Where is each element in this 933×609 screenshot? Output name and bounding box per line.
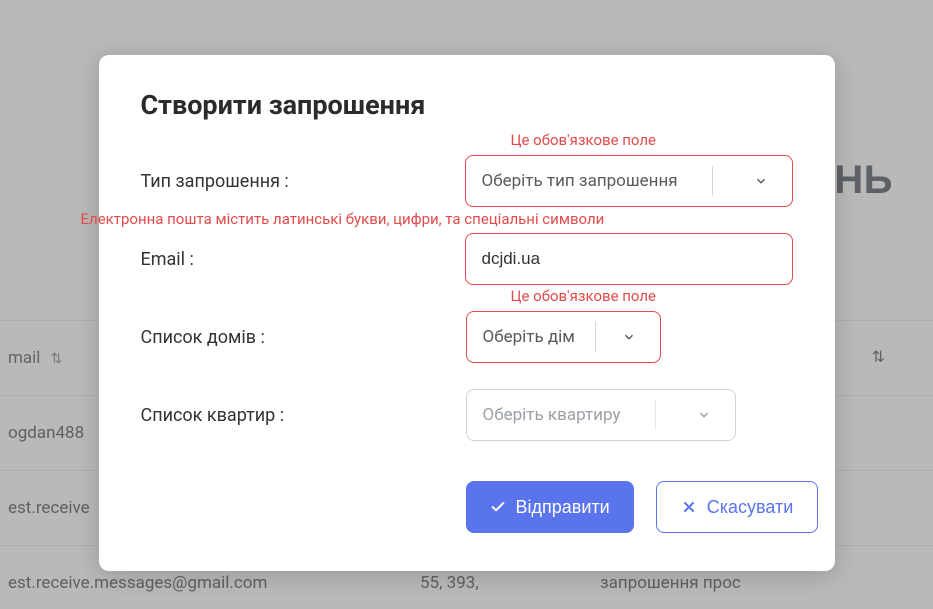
field-row-email: Електронна пошта містить латинські букви… (141, 233, 793, 285)
cancel-button[interactable]: Скасувати (656, 481, 819, 533)
select-separator (595, 322, 596, 352)
error-email: Електронна пошта містить латинські букви… (81, 209, 605, 229)
select-placeholder: Оберіть квартиру (483, 405, 621, 425)
select-house[interactable]: Оберіть дім (466, 311, 661, 363)
modal-overlay: Створити запрошення Це обов'язкове поле … (0, 0, 933, 609)
error-type: Це обов'язкове поле (511, 131, 656, 149)
chevron-down-icon (690, 408, 718, 422)
field-row-type: Це обов'язкове поле Тип запрошення : Обе… (141, 155, 793, 207)
select-apartment[interactable]: Оберіть квартиру (466, 389, 736, 441)
label-email: Email : (141, 249, 465, 270)
modal-actions: Відправити Скасувати (466, 481, 793, 533)
error-house: Це обов'язкове поле (511, 287, 656, 305)
select-placeholder: Оберіть тип запрошення (482, 171, 678, 191)
select-placeholder: Оберіть дім (483, 327, 575, 347)
chevron-down-icon (747, 174, 775, 188)
email-field-wrap (465, 233, 793, 285)
submit-button-label: Відправити (516, 497, 610, 518)
close-icon (681, 499, 697, 515)
select-separator (655, 400, 656, 430)
select-invitation-type[interactable]: Оберіть тип запрошення (465, 155, 793, 207)
field-row-house: Це обов'язкове поле Список домів : Обері… (141, 311, 793, 363)
modal-title: Створити запрошення (141, 89, 793, 121)
label-apartment: Список квартир : (141, 405, 466, 426)
label-house: Список домів : (141, 327, 466, 348)
submit-button[interactable]: Відправити (466, 481, 634, 533)
create-invitation-modal: Створити запрошення Це обов'язкове поле … (99, 55, 835, 571)
chevron-down-icon (615, 330, 643, 344)
label-type: Тип запрошення : (141, 171, 465, 192)
check-icon (490, 499, 506, 515)
field-row-apartment: Список квартир : Оберіть квартиру (141, 389, 793, 441)
email-field[interactable] (482, 249, 776, 269)
cancel-button-label: Скасувати (707, 497, 794, 518)
select-separator (712, 166, 713, 196)
